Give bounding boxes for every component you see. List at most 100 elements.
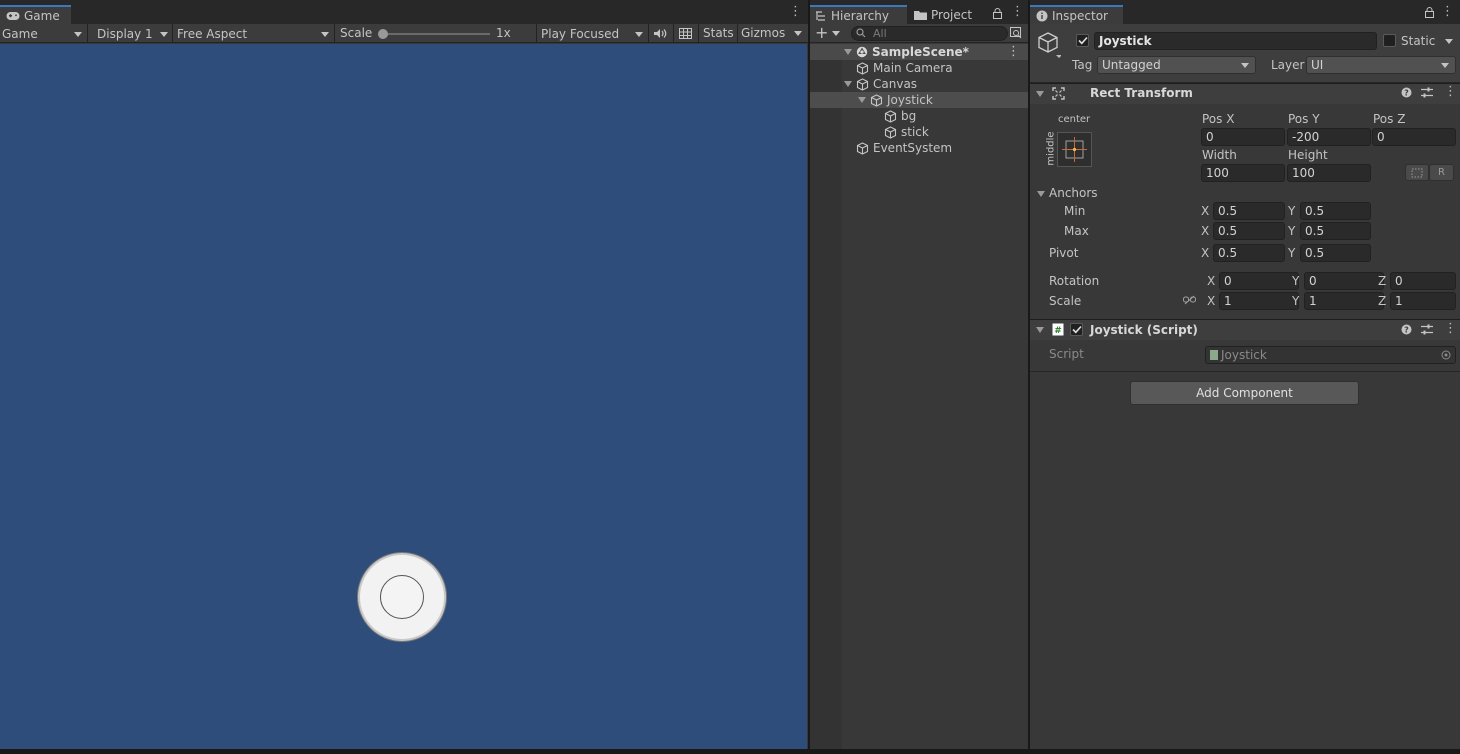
hierarchy-item[interactable]: EventSystem — [810, 140, 1028, 156]
hierarchy-menu-icon[interactable]: ⋮ — [1011, 4, 1024, 19]
rotation-y-field[interactable]: 0 — [1304, 272, 1384, 290]
posx-field[interactable]: 0 — [1201, 128, 1285, 146]
presets-icon[interactable] — [1421, 324, 1433, 335]
scene-menu-icon[interactable]: ⋮ — [1007, 44, 1020, 59]
scale-slider-handle[interactable] — [378, 29, 388, 39]
active-checkbox[interactable] — [1076, 34, 1089, 47]
mute-audio-icon[interactable] — [653, 28, 667, 39]
stats-button[interactable]: Stats — [703, 26, 734, 40]
unlink-icon[interactable] — [1183, 295, 1196, 305]
anchor-max-x-field[interactable]: 0.5 — [1213, 222, 1285, 240]
search-icon — [856, 28, 867, 38]
inspector-menu-icon[interactable]: ⋮ — [1441, 4, 1454, 19]
posx-label: Pos X — [1202, 112, 1235, 126]
grid-icon[interactable] — [679, 28, 692, 39]
joystick-stick[interactable] — [380, 575, 424, 619]
raw-edit-button[interactable]: R — [1429, 164, 1454, 181]
fold-arrow-icon[interactable] — [1036, 91, 1044, 97]
posy-field[interactable]: -200 — [1287, 128, 1371, 146]
fold-arrow-icon[interactable] — [844, 49, 852, 55]
hierarchy-item[interactable]: bg — [810, 108, 1028, 124]
aspect-dropdown[interactable]: Free Aspect — [175, 24, 333, 43]
lock-icon[interactable] — [993, 8, 1002, 19]
joystick-bg[interactable] — [358, 553, 446, 641]
search-by-type-icon[interactable] — [1010, 27, 1023, 39]
anchor-min-x-field[interactable]: 0.5 — [1213, 202, 1285, 220]
hierarchy-item[interactable]: Main Camera — [810, 60, 1028, 76]
tab-hierarchy[interactable]: Hierarchy — [810, 5, 907, 24]
anchor-presets-button[interactable] — [1057, 132, 1092, 167]
divider — [536, 24, 537, 43]
gameobject-cube-icon[interactable] — [1037, 31, 1061, 61]
axis-z-label: Z — [1378, 294, 1387, 308]
anchors-fold-icon[interactable] — [1037, 191, 1045, 197]
divider — [172, 24, 173, 43]
static-checkbox[interactable] — [1383, 34, 1396, 47]
pivot-x-field[interactable]: 0.5 — [1213, 244, 1285, 262]
tab-game[interactable]: Game — [0, 5, 71, 24]
fold-arrow-icon[interactable] — [1036, 327, 1044, 333]
rotation-x-field[interactable]: 0 — [1219, 272, 1299, 290]
scale-y-field[interactable]: 1 — [1304, 292, 1384, 310]
static-dropdown-arrow[interactable] — [1445, 39, 1453, 44]
tab-project[interactable]: Project — [908, 5, 988, 24]
object-picker-icon[interactable] — [1441, 350, 1451, 360]
gameobject-icon — [884, 109, 897, 123]
script-object-field[interactable]: Joystick — [1205, 346, 1456, 364]
help-icon[interactable]: ? — [1401, 87, 1412, 98]
fold-arrow-icon[interactable] — [858, 97, 866, 103]
add-component-button[interactable]: Add Component — [1130, 381, 1359, 405]
hierarchy-item[interactable]: Canvas — [810, 76, 1028, 92]
component-menu-icon[interactable]: ⋮ — [1444, 321, 1457, 336]
presets-icon[interactable] — [1421, 87, 1433, 98]
gizmos-dropdown-arrow[interactable] — [794, 31, 802, 36]
static-label: Static — [1401, 34, 1436, 48]
chevron-down-icon — [321, 32, 329, 37]
display-dropdown[interactable]: Display 1 — [95, 24, 172, 43]
gamepad-icon — [6, 11, 20, 21]
layer-dropdown[interactable]: UI — [1306, 56, 1456, 74]
posz-field[interactable]: 0 — [1372, 128, 1456, 146]
scale-x-field[interactable]: 1 — [1219, 292, 1299, 310]
scale-slider[interactable] — [378, 29, 490, 39]
hierarchy-item[interactable]: Joystick — [810, 92, 1028, 108]
aspect-label: Free Aspect — [177, 26, 248, 41]
game-menu-icon[interactable]: ⋮ — [789, 4, 802, 19]
pivot-y-field[interactable]: 0.5 — [1300, 244, 1371, 262]
chevron-down-icon[interactable] — [832, 31, 840, 36]
lock-icon[interactable] — [1425, 7, 1434, 18]
component-menu-icon[interactable]: ⋮ — [1444, 84, 1457, 99]
scale-z-field[interactable]: 1 — [1390, 292, 1456, 310]
tab-hierarchy-label: Hierarchy — [831, 8, 890, 23]
width-field[interactable]: 100 — [1201, 164, 1285, 182]
object-name-field[interactable]: Joystick — [1094, 32, 1377, 50]
tab-inspector[interactable]: Inspector — [1030, 5, 1123, 24]
rotation-z-field[interactable]: 0 — [1390, 272, 1456, 290]
scene-row[interactable]: SampleScene* ⋮ — [810, 44, 1028, 60]
height-field[interactable]: 100 — [1287, 164, 1371, 182]
checkmark-icon — [1071, 325, 1082, 334]
help-icon[interactable]: ? — [1401, 324, 1412, 335]
game-mode-dropdown[interactable]: Game — [0, 24, 86, 43]
max-label: Max — [1064, 224, 1089, 238]
axis-y-label: Y — [1292, 274, 1300, 288]
anchor-min-y-field[interactable]: 0.5 — [1300, 202, 1371, 220]
add-object-button[interactable]: + — [815, 25, 828, 41]
gizmos-button[interactable]: Gizmos — [741, 26, 785, 40]
hierarchy-item-label: Canvas — [873, 77, 918, 91]
rotation-label: Rotation — [1049, 274, 1100, 288]
script-enabled-checkbox[interactable] — [1070, 323, 1083, 336]
axis-x-label: X — [1207, 274, 1216, 288]
tag-dropdown[interactable]: Untagged — [1097, 56, 1256, 74]
script-label: Script — [1049, 347, 1084, 361]
scene-name: SampleScene* — [872, 45, 969, 59]
fold-arrow-icon[interactable] — [844, 81, 852, 87]
hierarchy-search-input[interactable]: All — [851, 26, 1008, 41]
anchor-max-y-field[interactable]: 0.5 — [1300, 222, 1371, 240]
blueprint-mode-button[interactable] — [1405, 164, 1429, 181]
play-mode-dropdown[interactable]: Play Focused — [539, 24, 647, 43]
chevron-down-icon — [74, 32, 82, 37]
hierarchy-item-label: bg — [901, 109, 917, 123]
game-viewport[interactable] — [0, 44, 807, 749]
hierarchy-item[interactable]: stick — [810, 124, 1028, 140]
